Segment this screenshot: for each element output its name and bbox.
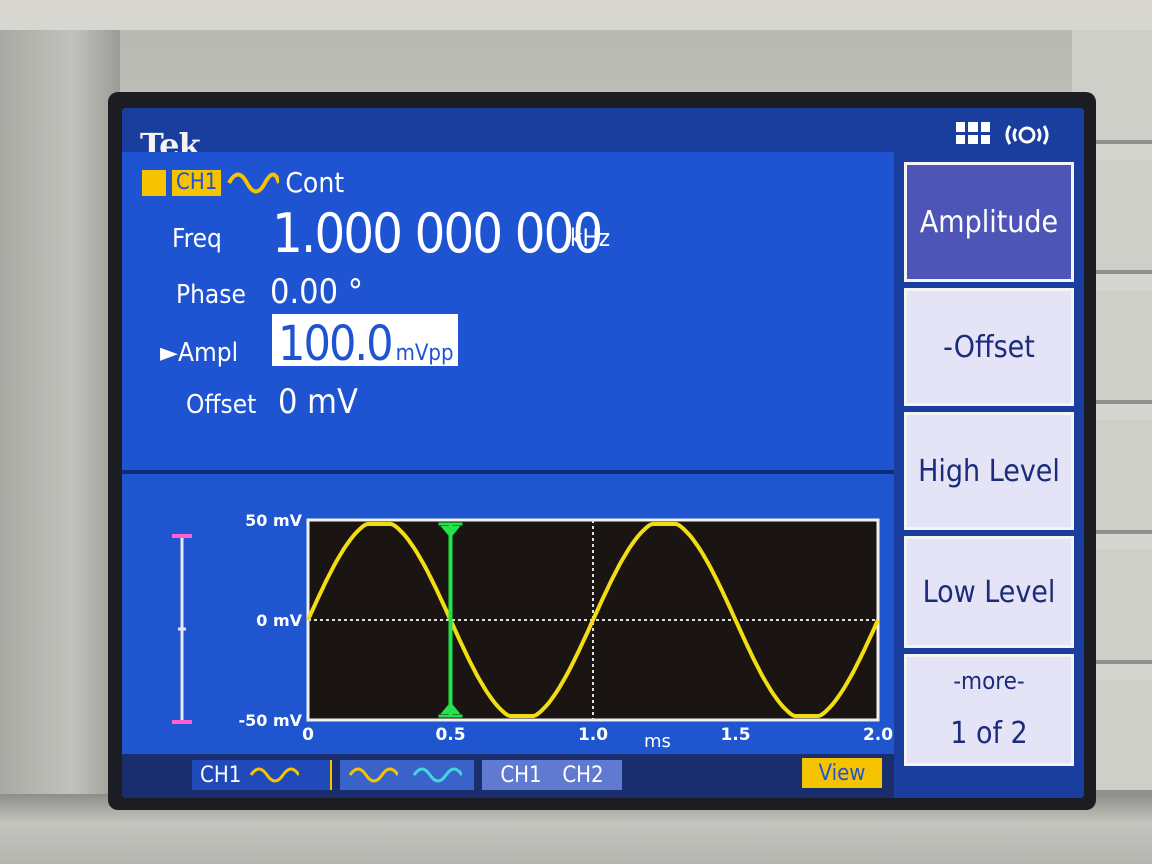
generator-screen: Tek CH1 Cont Freq 1.000 000 000 kHz Phas… [122,108,1084,798]
tab-ch1[interactable]: CH1 [192,760,332,790]
phase-label: Phase [176,280,246,310]
device-bezel-left [0,30,120,864]
sine-wave-icon [227,172,280,193]
x-tick-label: 0 [302,725,314,745]
ampl-value: 100.0 [278,316,394,372]
tab-waveforms[interactable] [340,760,474,790]
waveform-plot: 50 mV 0 mV -50 mV0 0.5 1.0 1.5 2.0 ms [172,511,893,752]
yellow-sine-icon [348,767,398,783]
softkey-low-level[interactable]: Low Level [904,536,1074,648]
y-tick-label: 0 mV [256,611,302,630]
more-label: -more- [953,667,1025,695]
phase-value[interactable]: 0.00 ° [270,272,363,312]
tab-ch1-label: CH1 [200,762,242,788]
channel-tag[interactable]: CH1 [172,169,222,196]
bottom-tab-bar: CH1 CH1 CH2 View [122,754,894,798]
x-tick-label: 1.5 [720,725,750,745]
view-button[interactable]: View [802,758,882,788]
x-tick-label: 1.0 [578,725,608,745]
channel-status: CH1 Cont [142,166,344,199]
freq-label: Freq [172,224,222,254]
softkey-high-level[interactable]: High Level [904,412,1074,530]
freq-unit: kHz [570,224,611,252]
settings-gear-icon[interactable] [1002,122,1052,148]
freq-value[interactable]: 1.000 000 000 [272,202,603,265]
menu-grid-icon[interactable] [956,122,990,144]
softkey-more[interactable]: -more- 1 of 2 [904,654,1074,766]
x-tick-label: 2.0 [863,725,893,745]
waveform-area: 50 mV 0 mV -50 mV 0 0.5 1.0 1.5 2.0 ms [122,474,894,754]
softkey-offset[interactable]: -Offset [904,288,1074,406]
amplitude-scale-bar [172,534,192,724]
ampl-unit: mVpp [395,341,454,366]
ampl-input[interactable]: 100.0 mVpp [272,314,458,372]
channel-color-swatch [142,169,166,196]
tab-ch2-name: CH2 [562,762,604,788]
device-bezel-top [0,0,1152,30]
offset-value[interactable]: 0 mV [278,382,358,422]
cyan-sine-icon [412,767,462,783]
softkey-amplitude[interactable]: Amplitude [904,162,1074,282]
run-mode: Cont [285,166,345,199]
x-unit-label: ms [644,731,671,752]
y-tick-label: 50 mV [245,511,303,530]
x-tick-label: 0.5 [435,725,465,745]
sine-wave-icon [250,767,300,783]
softkey-menu: Amplitude -Offset High Level Low Level -… [894,152,1084,798]
parameter-panel: CH1 Cont Freq 1.000 000 000 kHz Phase 0.… [122,152,894,470]
top-bar: Tek [122,108,1084,164]
ampl-label: ►Ampl [160,338,239,368]
system-icons [956,122,1052,148]
y-tick-label: -50 mV [238,711,302,730]
tab-ch1-name: CH1 [500,762,542,788]
page-indicator: 1 of 2 [950,716,1028,751]
tab-ch1-ch2[interactable]: CH1 CH2 [482,760,622,790]
offset-label: Offset [186,390,257,420]
